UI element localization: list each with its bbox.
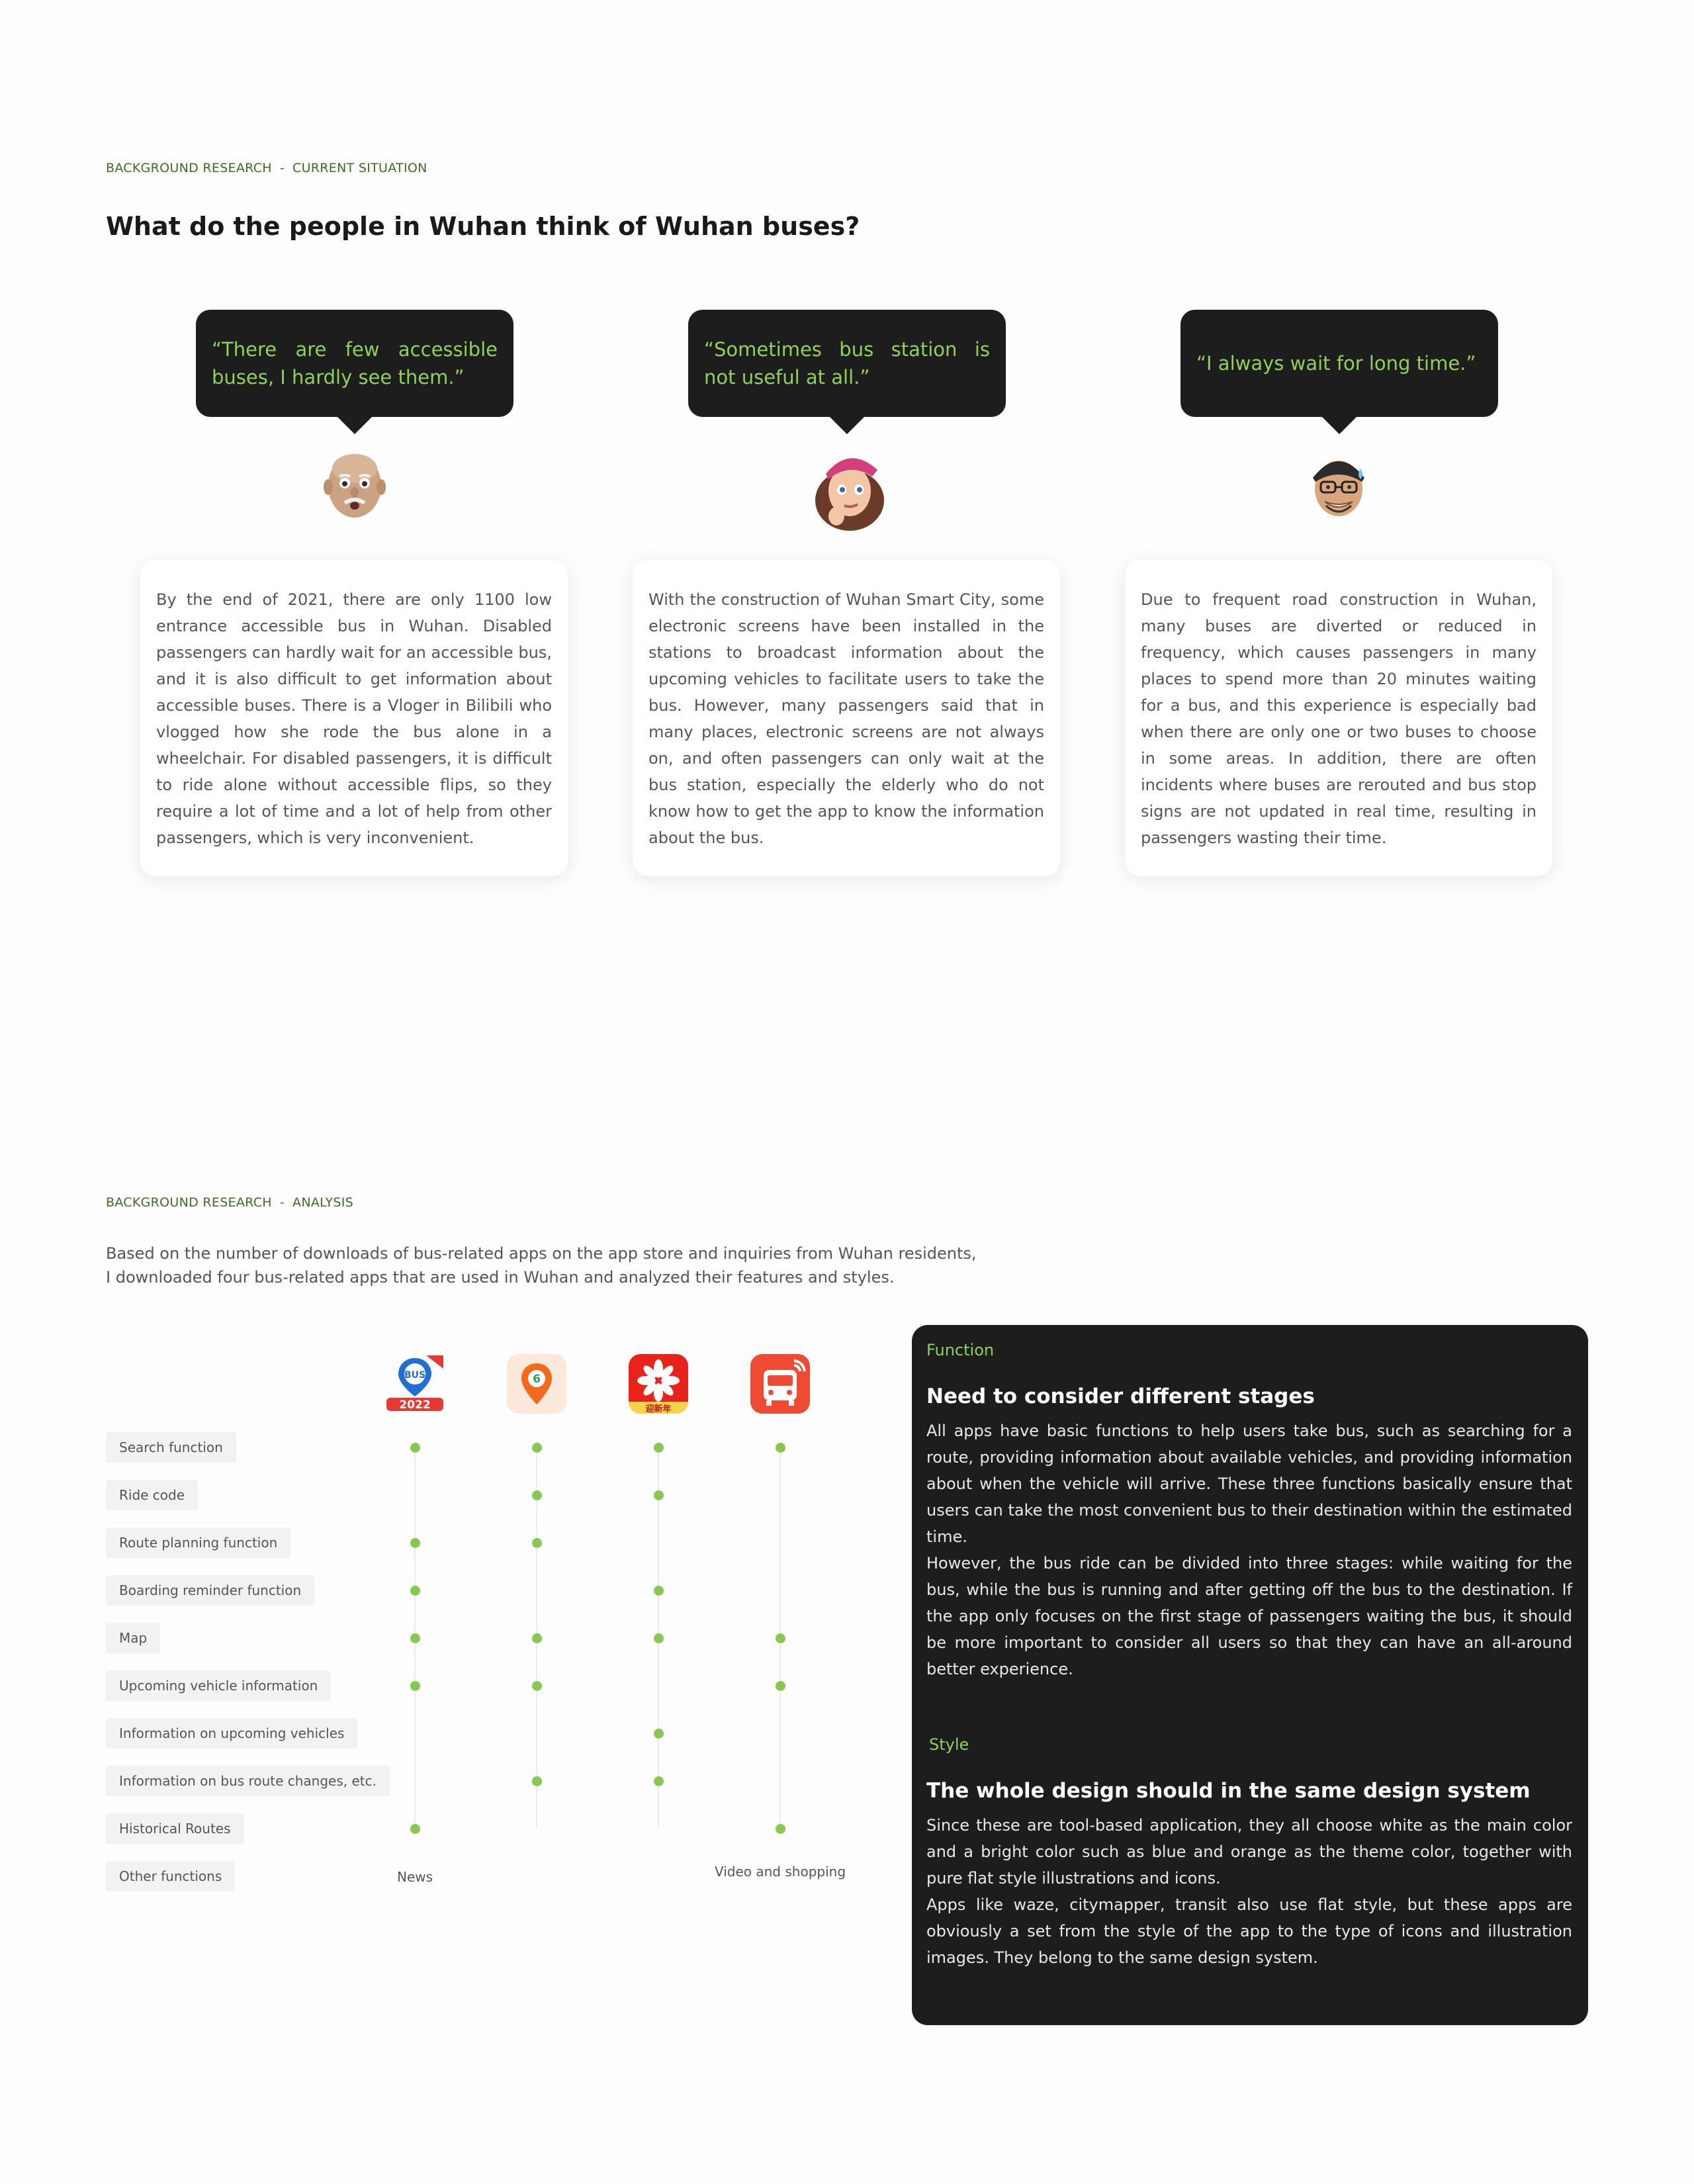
feature-dot	[776, 1633, 785, 1643]
persona-card-1: By the end of 2021, there are only 1100 …	[140, 560, 568, 876]
style-body: Since these are tool-based application, …	[926, 1812, 1572, 1971]
feature-dot	[776, 1681, 785, 1691]
feature-dot	[654, 1776, 664, 1786]
quote-bubble-3: “I always wait for long time.”	[1181, 310, 1498, 434]
eyebrow-label: BACKGROUND RESEARCH	[106, 1195, 272, 1210]
feature-dot	[776, 1824, 785, 1834]
feature-label: Historical Routes	[106, 1813, 244, 1844]
feature-dot	[654, 1633, 664, 1643]
feature-dot	[410, 1824, 420, 1834]
function-paragraph-1: All apps have basic functions to help us…	[926, 1422, 1572, 1546]
feature-label: Information on bus route changes, etc.	[106, 1766, 390, 1796]
feature-label: Search function	[106, 1432, 236, 1463]
quote-bubble-2: “Sometimes bus station is not useful at …	[688, 310, 1006, 434]
style-title: The whole design should in the same desi…	[926, 1779, 1531, 1803]
elderly-man-avatar-icon	[318, 449, 391, 522]
analysis-eyebrow: BACKGROUND RESEARCH - ANALYSIS	[106, 1195, 353, 1210]
feature-label: Map	[106, 1623, 161, 1653]
eyebrow-sublabel: CURRENT SITUATION	[292, 161, 427, 175]
feature-dot	[532, 1776, 542, 1786]
orange-location-pin-app-icon: 6	[507, 1354, 566, 1414]
bus-badge-text: BUS	[404, 1370, 425, 1381]
feature-dot	[410, 1586, 420, 1596]
feature-label: Other functions	[106, 1861, 236, 1891]
feature-label: Ride code	[106, 1480, 199, 1510]
sweating-man-avatar-icon	[1302, 449, 1375, 522]
style-paragraph-1: Since these are tool-based application, …	[926, 1816, 1572, 1888]
quote-bubble-1: “There are few accessible buses, I hardl…	[196, 310, 513, 434]
pin-badge-text: 6	[533, 1373, 541, 1386]
feature-dot	[776, 1443, 785, 1453]
eyebrow-label: BACKGROUND RESEARCH	[106, 161, 272, 175]
red-bus-app-icon	[750, 1354, 810, 1414]
other-function-note: News	[396, 1869, 433, 1885]
analysis-panel: Function Need to consider different stag…	[912, 1325, 1588, 2025]
persona-card-3: Due to frequent road construction in Wuh…	[1125, 560, 1552, 876]
style-tag: Style	[929, 1735, 969, 1754]
persona-card-2: With the construction of Wuhan Smart Cit…	[633, 560, 1060, 876]
eyebrow-separator: -	[279, 161, 285, 175]
function-title: Need to consider different stages	[926, 1385, 1315, 1408]
eyebrow-sublabel: ANALYSIS	[292, 1195, 354, 1210]
feature-dot	[532, 1633, 542, 1643]
feature-label: Route planning function	[106, 1527, 291, 1558]
bus-2022-app-icon: BUS 2022	[385, 1354, 445, 1414]
feature-dot	[532, 1681, 542, 1691]
red-flower-app-icon: 迎新年	[629, 1354, 688, 1414]
feature-dot	[410, 1633, 420, 1643]
feature-dot	[654, 1490, 664, 1500]
feature-dot	[654, 1443, 664, 1453]
flower-badge-text: 迎新年	[645, 1404, 671, 1414]
style-paragraph-2: Apps like waze, citymapper, transit also…	[926, 1895, 1572, 1967]
feature-dot	[410, 1681, 420, 1691]
feature-dot	[410, 1443, 420, 1453]
feature-dot	[532, 1490, 542, 1500]
feature-label: Upcoming vehicle information	[106, 1670, 332, 1701]
feature-dot	[654, 1586, 664, 1596]
feature-label: Boarding reminder function	[106, 1575, 315, 1606]
function-body: All apps have basic functions to help us…	[926, 1418, 1572, 1682]
feature-label: Information on upcoming vehicles	[106, 1718, 358, 1749]
other-function-note: Video and shopping	[714, 1864, 846, 1880]
function-paragraph-2: However, the bus ride can be divided int…	[926, 1554, 1572, 1678]
thinking-woman-avatar-icon	[810, 447, 889, 533]
eyebrow-separator: -	[279, 1195, 285, 1210]
feature-dot	[532, 1538, 542, 1548]
intro-line-1: Based on the number of downloads of bus-…	[106, 1244, 977, 1263]
feature-dot	[410, 1538, 420, 1548]
year-badge-text: 2022	[399, 1398, 430, 1412]
section-eyebrow: BACKGROUND RESEARCH - CURRENT SITUATION	[106, 161, 427, 175]
page-title: What do the people in Wuhan think of Wuh…	[106, 212, 860, 241]
function-tag: Function	[926, 1341, 995, 1359]
analysis-intro: Based on the number of downloads of bus-…	[106, 1242, 1098, 1289]
feature-dot	[654, 1729, 664, 1739]
intro-line-2: I downloaded four bus-related apps that …	[106, 1268, 895, 1287]
feature-dot	[532, 1443, 542, 1453]
